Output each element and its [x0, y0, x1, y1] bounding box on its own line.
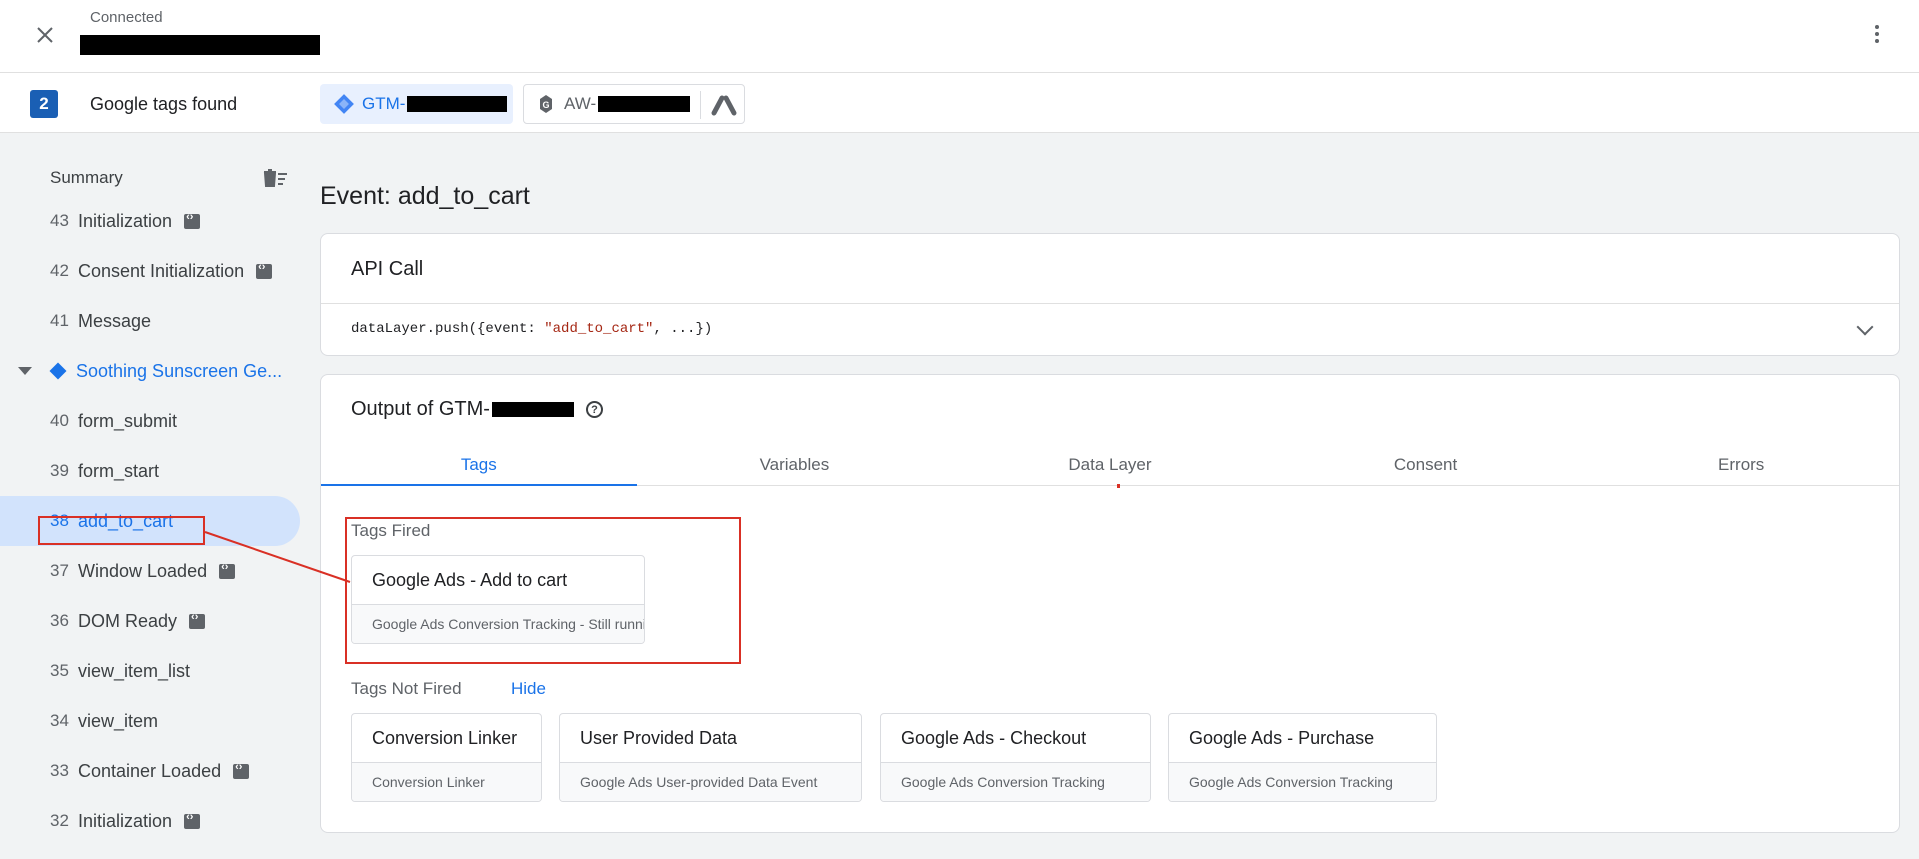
- api-call-icon: [219, 561, 236, 579]
- tag-name: User Provided Data: [580, 728, 738, 748]
- tag-type: Conversion Linker: [352, 762, 541, 801]
- help-icon[interactable]: ?: [585, 401, 603, 418]
- collapse-triangle-icon[interactable]: [18, 367, 32, 375]
- api-call-icon: [256, 261, 273, 279]
- connection-status: Connected: [90, 9, 163, 26]
- expand-chevron-down-icon[interactable]: [1856, 318, 1874, 336]
- sidebar-item-container-loaded[interactable]: 33 Container Loaded: [0, 746, 300, 796]
- google-ads-icon: [711, 95, 737, 116]
- tag-card-user-provided-data[interactable]: User Provided Data Google Ads User-provi…: [559, 713, 862, 802]
- sidebar-item-consent-initialization[interactable]: 42 Consent Initialization: [0, 246, 300, 296]
- aw-tag-chip[interactable]: G AW-: [523, 84, 745, 124]
- api-call-icon: [184, 211, 201, 229]
- tag-card-google-ads-purchase[interactable]: Google Ads - Purchase Google Ads Convers…: [1168, 713, 1437, 802]
- events-sidebar: Summary 43 Initialization 42 Consent Ini…: [0, 134, 300, 859]
- sidebar-item-initialization[interactable]: 43 Initialization: [0, 196, 300, 246]
- tab-consent[interactable]: Consent: [1268, 441, 1584, 485]
- tag-name: Conversion Linker: [372, 728, 518, 748]
- tag-card-conversion-linker[interactable]: Conversion Linker Conversion Linker: [351, 713, 542, 802]
- output-title: Output of GTM- ?: [351, 398, 603, 421]
- close-icon[interactable]: [30, 20, 60, 50]
- page-diamond-icon: [49, 362, 67, 380]
- sidebar-page-group[interactable]: Soothing Sunscreen Ge...: [0, 346, 300, 396]
- more-options-icon[interactable]: [1865, 22, 1889, 46]
- tab-tags[interactable]: Tags: [321, 441, 637, 486]
- summary-item[interactable]: Summary: [50, 168, 123, 188]
- tags-bar: 2 Google tags found GTM- G AW-: [0, 73, 1919, 133]
- api-call-card: API Call dataLayer.push({event: "add_to_…: [320, 233, 1900, 356]
- gtm-container-chip[interactable]: GTM-: [320, 84, 513, 124]
- sidebar-item-form-submit[interactable]: 40 form_submit: [0, 396, 300, 446]
- sidebar-item-message[interactable]: 41 Message: [0, 296, 300, 346]
- tag-type: Google Ads Conversion Tracking: [881, 762, 1150, 801]
- marker-dot: [1117, 484, 1120, 488]
- tags-not-fired-label: Tags Not Fired: [351, 679, 462, 698]
- sidebar-item-view-item-list[interactable]: 35 view_item_list: [0, 646, 300, 696]
- aw-chip-prefix: AW-: [564, 94, 597, 113]
- tag-type: Google Ads Conversion Tracking: [1169, 762, 1436, 801]
- tag-type: Google Ads User-provided Data Event: [560, 762, 861, 801]
- gtm-chip-prefix: GTM-: [362, 94, 406, 113]
- tab-errors[interactable]: Errors: [1583, 441, 1899, 485]
- annotation-box-sidebar: [38, 516, 205, 545]
- tags-found-label: Google tags found: [90, 94, 238, 114]
- api-call-icon: [233, 761, 250, 779]
- annotation-box-tags-fired: [345, 517, 741, 664]
- output-tabs: Tags Variables Data Layer Consent Errors: [321, 441, 1899, 486]
- top-bar: Connected: [0, 0, 1919, 73]
- event-title: Event: add_to_cart: [320, 182, 530, 210]
- tag-card-google-ads-checkout[interactable]: Google Ads - Checkout Google Ads Convers…: [880, 713, 1151, 802]
- svg-text:G: G: [542, 100, 549, 110]
- page-group-label: Soothing Sunscreen Ge...: [76, 360, 283, 381]
- clear-messages-icon[interactable]: [262, 168, 288, 188]
- redacted-aw-id: [598, 96, 691, 112]
- sidebar-item-dom-ready[interactable]: 36 DOM Ready: [0, 596, 300, 646]
- tab-variables[interactable]: Variables: [637, 441, 953, 485]
- api-call-code: dataLayer.push({event: "add_to_cart", ..…: [351, 321, 713, 337]
- api-call-icon: [184, 811, 201, 829]
- sidebar-item-view-item[interactable]: 34 view_item: [0, 696, 300, 746]
- redacted-gtm-id: [407, 96, 508, 112]
- hide-not-fired-link[interactable]: Hide: [511, 679, 546, 699]
- redacted-container-id: [491, 402, 574, 417]
- tab-data-layer[interactable]: Data Layer: [952, 441, 1268, 485]
- api-call-icon: [189, 611, 206, 629]
- redacted-site-url: [80, 35, 320, 55]
- google-tag-icon: G: [540, 95, 552, 113]
- gtm-diamond-icon: [334, 94, 354, 114]
- tag-name: Google Ads - Checkout: [901, 728, 1087, 748]
- sidebar-item-initialization-32[interactable]: 32 Initialization: [0, 796, 300, 846]
- tag-name: Google Ads - Purchase: [1189, 728, 1375, 748]
- sidebar-item-window-loaded[interactable]: 37 Window Loaded: [0, 546, 300, 596]
- api-call-title: API Call: [351, 258, 424, 280]
- sidebar-item-form-start[interactable]: 39 form_start: [0, 446, 300, 496]
- tags-count-badge: 2: [30, 90, 58, 118]
